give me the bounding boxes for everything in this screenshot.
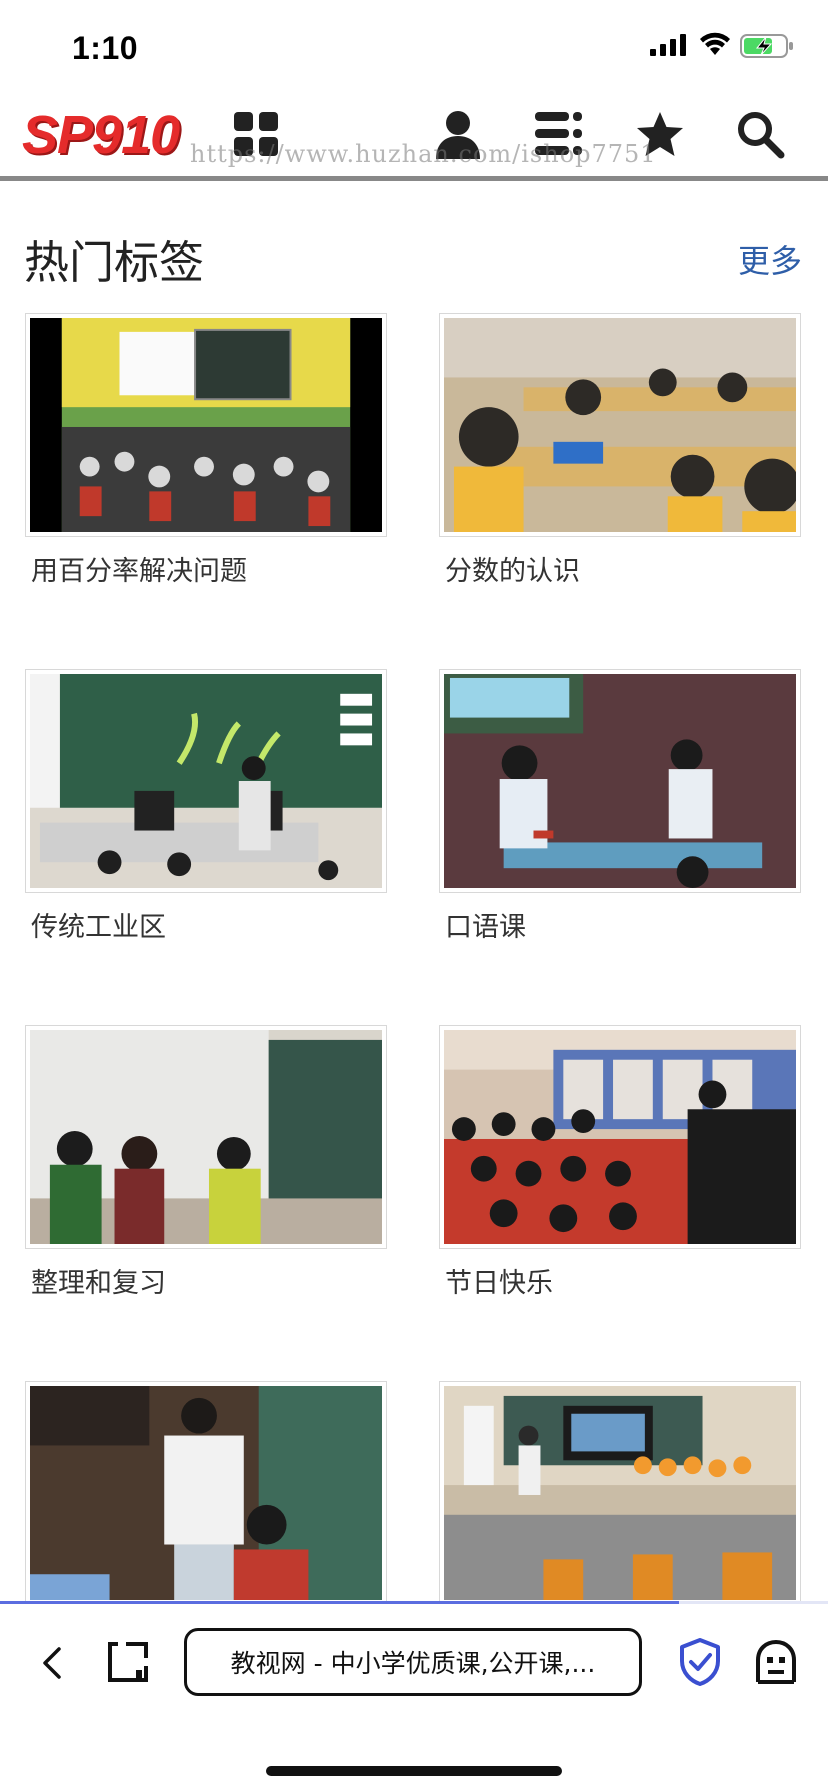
tabs-icon[interactable]	[100, 1634, 156, 1690]
tag-thumbnail[interactable]	[25, 1381, 387, 1605]
status-bar: 1:10	[0, 0, 828, 100]
tag-card[interactable]: 口语课	[439, 669, 803, 944]
tag-card[interactable]	[25, 1381, 389, 1617]
search-icon[interactable]	[732, 106, 788, 162]
back-icon[interactable]	[30, 1636, 74, 1690]
tag-thumbnail[interactable]	[25, 313, 387, 537]
app-header: SP910 https://www.huzhan.com/ishop7751	[0, 100, 828, 178]
site-logo[interactable]: SP910	[22, 104, 180, 166]
tag-label[interactable]: 整理和复习	[25, 1261, 389, 1300]
ghost-icon[interactable]	[748, 1632, 804, 1692]
header-divider	[0, 176, 828, 181]
tag-label[interactable]: 传统工业区	[25, 905, 389, 944]
tag-card[interactable]: 节日快乐	[439, 1025, 803, 1300]
more-link[interactable]: 更多	[738, 236, 802, 282]
tag-label[interactable]: 口语课	[439, 905, 803, 944]
shield-check-icon[interactable]	[672, 1632, 728, 1692]
section-title: 热门标签	[24, 236, 205, 289]
tag-card[interactable]	[439, 1381, 803, 1617]
tag-thumbnail[interactable]	[25, 669, 387, 893]
wifi-icon	[699, 30, 731, 60]
tag-thumbnail[interactable]	[25, 1025, 387, 1249]
tag-thumbnail[interactable]	[439, 313, 801, 537]
tag-thumbnail[interactable]	[439, 669, 801, 893]
home-indicator	[266, 1766, 562, 1776]
status-time: 1:10	[72, 30, 139, 66]
tag-card[interactable]: 传统工业区	[25, 669, 389, 944]
tag-label[interactable]: 用百分率解决问题	[25, 549, 389, 588]
tag-thumbnail[interactable]	[439, 1025, 801, 1249]
tag-label[interactable]: 节日快乐	[439, 1261, 803, 1300]
watermark: https://www.huzhan.com/ishop7751	[190, 140, 657, 168]
tag-card[interactable]: 分数的认识	[439, 313, 803, 588]
cellular-signal-icon	[650, 34, 688, 60]
tag-card[interactable]: 用百分率解决问题	[25, 313, 389, 588]
tag-label[interactable]: 分数的认识	[439, 549, 803, 588]
tag-card[interactable]: 整理和复习	[25, 1025, 389, 1300]
battery-charging-icon	[740, 34, 794, 62]
tag-thumbnail[interactable]	[439, 1381, 801, 1605]
address-bar[interactable]: 教视网 - 中小学优质课,公开课,...	[184, 1628, 642, 1696]
browser-toolbar: 教视网 - 中小学优质课,公开课,...	[0, 1604, 828, 1792]
